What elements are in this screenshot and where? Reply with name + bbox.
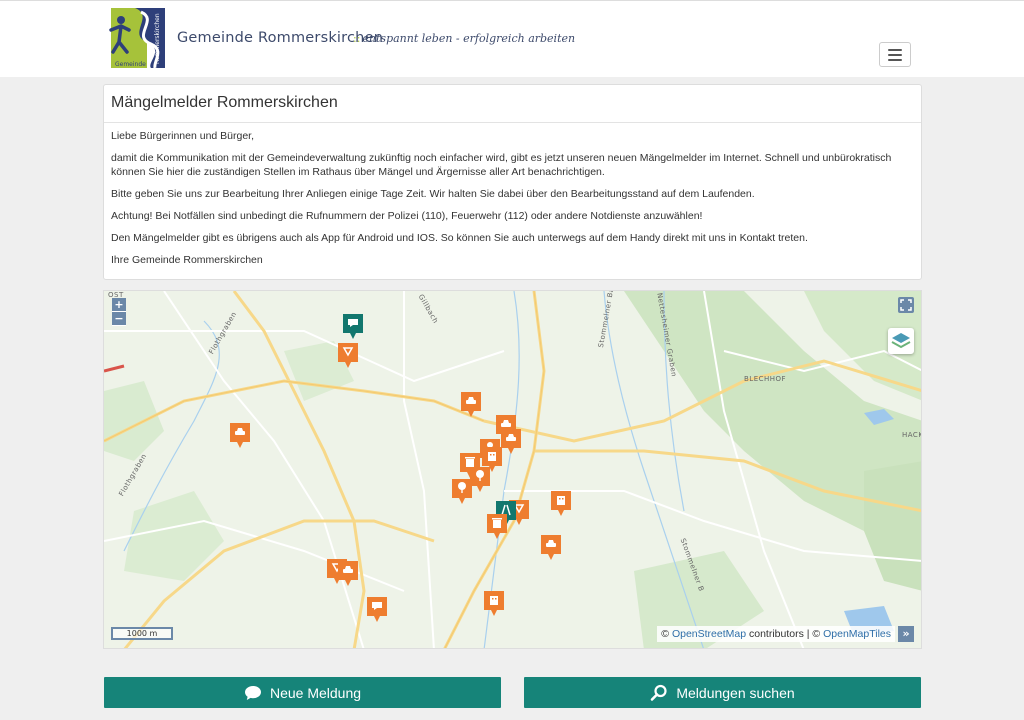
attribution-toggle-button[interactable]: »: [898, 626, 914, 642]
intro-paragraph: Den Mängelmelder gibt es übrigens auch a…: [111, 231, 808, 244]
map-label-blechhof: BLECHHOF: [744, 375, 787, 383]
map-marker-building[interactable]: [550, 490, 572, 517]
openstreetmap-link[interactable]: OpenStreetMap: [672, 628, 746, 640]
intro-paragraph: Achtung! Bei Notfällen sind unbedingt di…: [111, 209, 703, 222]
map-marker-car[interactable]: [337, 560, 359, 587]
intro-paragraph: Ihre Gemeinde Rommerskirchen: [111, 253, 263, 266]
speech-bubble-icon: [244, 685, 261, 700]
tree-icon: [452, 479, 472, 504]
search-reports-button[interactable]: Meldungen suchen: [524, 677, 921, 708]
zoom-in-button[interactable]: +: [112, 298, 126, 312]
openmaptiles-link[interactable]: OpenMapTiles: [823, 628, 891, 640]
intro-panel: Mängelmelder Rommerskirchen Liebe Bürger…: [103, 84, 922, 280]
svg-text:Rommerskirchen: Rommerskirchen: [154, 13, 161, 64]
map-attribution: © OpenStreetMap contributors | © OpenMap…: [657, 626, 895, 642]
site-header: Gemeinde Rommerskirchen Gemeinde Rommers…: [0, 0, 1024, 77]
intro-paragraph: damit die Kommunikation mit der Gemeinde…: [111, 152, 892, 178]
car-icon: [338, 561, 358, 586]
map-marker-car[interactable]: [540, 534, 562, 561]
tagline-text: entspannt leben - erfolgreich arbeiten: [362, 32, 576, 45]
tagline: :: entspannt leben - erfolgreich arbeiten: [353, 32, 575, 45]
car-icon: [461, 392, 481, 417]
new-report-button[interactable]: Neue Meldung: [104, 677, 501, 708]
map-marker-chat[interactable]: [342, 313, 364, 340]
trash-icon: [487, 514, 507, 539]
intro-text: Liebe Bürgerinnen und Bürger, damit die …: [104, 123, 921, 283]
zoom-control: + −: [112, 298, 126, 326]
map-marker-car[interactable]: [229, 422, 251, 449]
map-scale: 1000 m: [111, 627, 173, 640]
layer-switcher-button[interactable]: [888, 328, 914, 354]
map-marker-building[interactable]: [481, 446, 503, 473]
map-label-hack: HACK: [902, 431, 922, 439]
building-icon: [482, 447, 502, 472]
page-title: Mängelmelder Rommerskirchen: [104, 85, 921, 123]
search-icon: [651, 684, 667, 701]
map-marker-tree[interactable]: [451, 478, 473, 505]
menu-bar-icon: [888, 59, 902, 61]
car-icon: [501, 429, 521, 454]
intro-paragraph: Liebe Bürgerinnen und Bürger,: [111, 130, 255, 142]
search-reports-label: Meldungen suchen: [676, 684, 795, 701]
chat-icon: [367, 597, 387, 622]
new-report-label: Neue Meldung: [269, 684, 362, 701]
attribution-contributors: contributors | ©: [749, 628, 821, 640]
intro-paragraph: Bitte geben Sie uns zur Bearbeitung Ihre…: [111, 187, 755, 200]
map-marker-car[interactable]: [460, 391, 482, 418]
report-map[interactable]: BLECHHOF HACK OST Gillbach Flothgraben F…: [103, 290, 922, 649]
municipality-logo[interactable]: Gemeinde Rommerskirchen: [107, 6, 167, 72]
layers-icon: [891, 333, 911, 349]
menu-bar-icon: [888, 49, 902, 51]
chat-icon: [343, 314, 363, 339]
map-marker-car[interactable]: [500, 428, 522, 455]
building-icon: [484, 591, 504, 616]
map-marker-trash[interactable]: [486, 513, 508, 540]
sign-icon: [338, 343, 358, 368]
menu-bar-icon: [888, 54, 902, 56]
car-icon: [541, 535, 561, 560]
attribution-prefix: ©: [661, 628, 670, 640]
tagline-separator: ::: [353, 32, 361, 45]
fullscreen-button[interactable]: [898, 297, 914, 313]
svg-text:Gemeinde: Gemeinde: [115, 61, 146, 68]
map-marker-building[interactable]: [483, 590, 505, 617]
scale-label: 1000 m: [126, 629, 158, 638]
map-tiles[interactable]: [104, 291, 922, 649]
zoom-out-button[interactable]: −: [112, 312, 126, 326]
menu-toggle-button[interactable]: [879, 42, 911, 67]
fullscreen-icon: [900, 299, 912, 311]
car-icon: [230, 423, 250, 448]
map-marker-chat[interactable]: [366, 596, 388, 623]
map-marker-sign[interactable]: [337, 342, 359, 369]
building-icon: [551, 491, 571, 516]
